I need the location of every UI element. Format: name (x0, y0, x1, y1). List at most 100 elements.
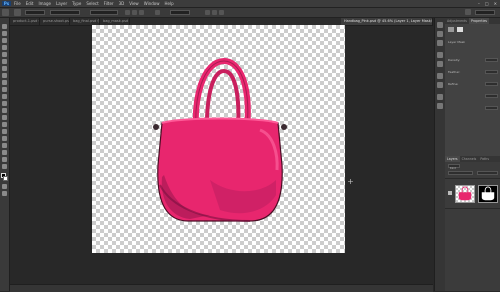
quick-mask-icon[interactable] (2, 184, 7, 189)
gradient-tool-icon[interactable] (2, 101, 7, 106)
maximize-button[interactable]: □ (485, 0, 489, 7)
distribute-icon[interactable] (155, 10, 160, 15)
history-panel-icon[interactable] (437, 22, 443, 28)
more-tools-icon[interactable] (2, 164, 7, 169)
handbag-thumbnail-icon (458, 186, 472, 201)
layer-target-dropdown[interactable] (50, 10, 80, 15)
menu-window[interactable]: Window (144, 0, 160, 7)
workspace-dropdown[interactable] (475, 10, 495, 15)
quick-select-tool-icon[interactable] (2, 45, 7, 50)
document-tab[interactable]: product-1.psd @... (10, 18, 40, 25)
layer-thumbnail[interactable] (455, 185, 475, 203)
tab-channels[interactable]: Channels (460, 156, 479, 162)
blend-mode-dropdown[interactable] (448, 171, 473, 175)
tab-adjustments[interactable]: Adjustments (445, 18, 469, 24)
tools-panel (0, 18, 10, 291)
opacity-field[interactable] (477, 171, 498, 175)
close-button[interactable]: ✕ (494, 0, 497, 7)
density-field[interactable] (485, 58, 498, 62)
document-tab[interactable]: purse-shoot.psd @... (40, 18, 70, 25)
menu-3d[interactable]: 3D (119, 0, 125, 7)
feather-field[interactable] (485, 70, 498, 74)
screen-mode-icon[interactable] (2, 191, 7, 196)
marquee-tool-icon[interactable] (2, 31, 7, 36)
mask-type-icon (448, 27, 454, 32)
align-right-icon[interactable] (139, 10, 144, 15)
menu-type[interactable]: Type (72, 0, 81, 7)
align-center-icon[interactable] (132, 10, 137, 15)
paragraph-panel-icon[interactable] (437, 73, 443, 79)
panel-divider (445, 178, 500, 179)
menu-select[interactable]: Select (86, 0, 98, 7)
color-panel-icon[interactable] (437, 31, 443, 37)
color-range-field[interactable] (485, 94, 498, 98)
window-buttons: – □ ✕ (478, 0, 497, 7)
active-document-tab[interactable]: Handbag_Pink.psd @ 45.6% (Layer 1, Layer… (341, 18, 433, 25)
dodge-tool-icon[interactable] (2, 115, 7, 120)
path-selection-tool-icon[interactable] (2, 136, 7, 141)
menu-bar: Ps File Edit Image Layer Type Select Fil… (0, 0, 500, 8)
type-tool-icon[interactable] (2, 129, 7, 134)
brush-tool-icon[interactable] (2, 73, 7, 78)
pen-tool-icon[interactable] (2, 122, 7, 127)
menu-help[interactable]: Help (164, 0, 173, 7)
hand-tool-icon[interactable] (2, 150, 7, 155)
3d-rotate-icon[interactable] (205, 10, 210, 15)
layers-panel: Layers Channels Paths Kind (445, 156, 500, 291)
3d-mode-field[interactable] (170, 10, 190, 15)
menu-view[interactable]: View (129, 0, 139, 7)
background-color-swatch[interactable] (3, 176, 8, 181)
refine-label: Refine: (448, 82, 459, 86)
3d-roll-icon[interactable] (212, 10, 217, 15)
shape-tool-icon[interactable] (2, 143, 7, 148)
menu-edit[interactable]: Edit (26, 0, 34, 7)
move-icon[interactable] (14, 9, 21, 16)
tab-layers[interactable]: Layers (445, 156, 460, 162)
menu-file[interactable]: File (14, 0, 21, 7)
eyedropper-tool-icon[interactable] (2, 59, 7, 64)
menu-filter[interactable]: Filter (104, 0, 114, 7)
actions-panel-icon[interactable] (437, 103, 443, 109)
navigator-panel-icon[interactable] (437, 94, 443, 100)
tab-properties[interactable]: Properties (468, 18, 490, 24)
crosshair-icon (348, 179, 353, 184)
mask-silhouette-icon (481, 186, 495, 201)
layer-mask-thumbnail[interactable] (478, 185, 498, 203)
menu-image[interactable]: Image (38, 0, 51, 7)
layers-panel-tabs: Layers Channels Paths (445, 156, 500, 162)
properties-panel-tabs: Adjustments Properties (445, 18, 500, 24)
blur-tool-icon[interactable] (2, 108, 7, 113)
home-icon[interactable] (2, 9, 9, 16)
photoshop-logo: Ps (2, 1, 11, 6)
refine-field[interactable] (485, 82, 498, 86)
layer-filter-label: Kind (450, 167, 456, 170)
invert-button[interactable] (485, 106, 498, 110)
align-left-icon[interactable] (125, 10, 130, 15)
crop-tool-icon[interactable] (2, 52, 7, 57)
eraser-tool-icon[interactable] (2, 94, 7, 99)
menu-layer[interactable]: Layer (56, 0, 67, 7)
layer-filter-dropdown[interactable]: Kind (448, 164, 460, 170)
character-panel-icon[interactable] (437, 61, 443, 67)
healing-brush-tool-icon[interactable] (2, 66, 7, 71)
info-panel-icon[interactable] (437, 82, 443, 88)
tab-paths[interactable]: Paths (478, 156, 491, 162)
properties-label: Layer Mask (448, 40, 466, 44)
history-brush-tool-icon[interactable] (2, 87, 7, 92)
zoom-tool-icon[interactable] (2, 157, 7, 162)
swatches-panel-icon[interactable] (437, 40, 443, 46)
transform-controls-checkbox[interactable] (90, 10, 118, 15)
density-label: Density: (448, 58, 461, 62)
move-tool-icon[interactable] (2, 24, 7, 29)
document-tab[interactable]: bag_final.psd @... (70, 18, 100, 25)
document-tab[interactable]: bag_mask.psd @... (100, 18, 130, 25)
eye-icon[interactable] (448, 191, 452, 195)
auto-select-dropdown[interactable] (25, 10, 45, 15)
minimize-button[interactable]: – (478, 0, 480, 7)
lasso-tool-icon[interactable] (2, 38, 7, 43)
feather-label: Feather: (448, 70, 461, 74)
clone-stamp-tool-icon[interactable] (2, 80, 7, 85)
3d-pan-icon[interactable] (219, 10, 224, 15)
brush-panel-icon[interactable] (437, 52, 443, 58)
search-icon[interactable] (465, 9, 471, 15)
